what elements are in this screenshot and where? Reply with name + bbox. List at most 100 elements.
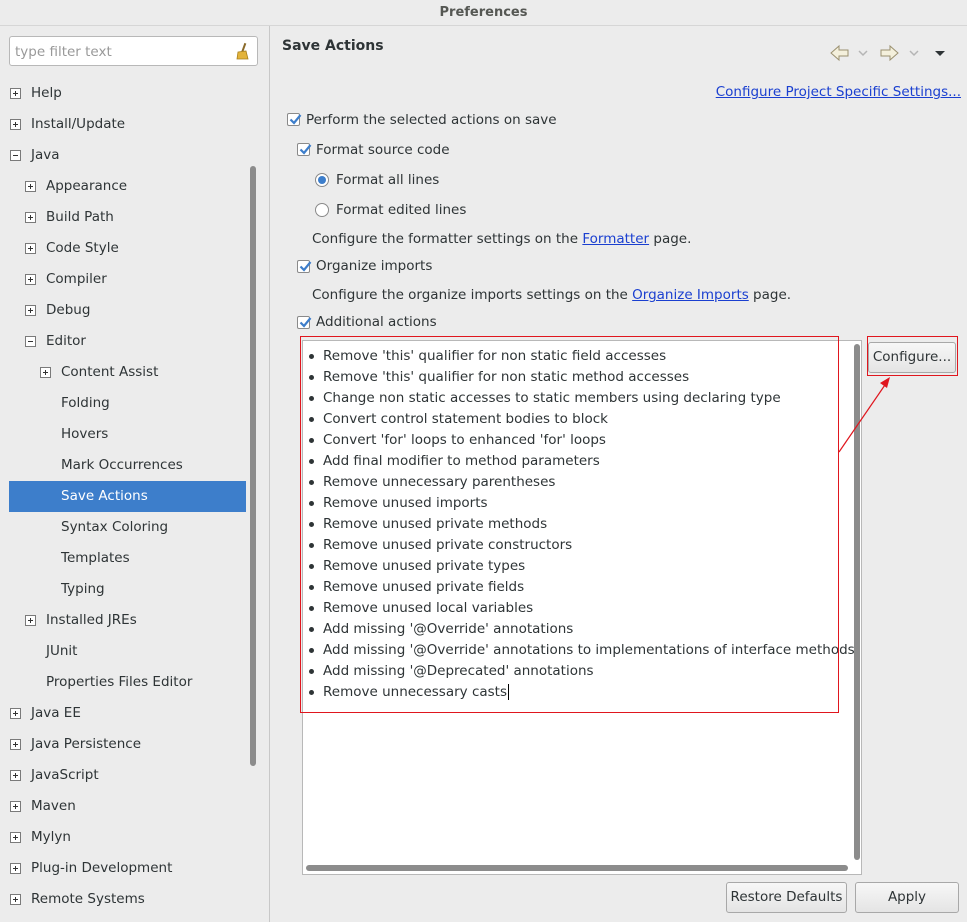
forward-arrow-icon[interactable] bbox=[877, 44, 901, 62]
tree-item-code-style[interactable]: Code Style bbox=[0, 233, 246, 264]
organize-imports-checkbox[interactable] bbox=[297, 260, 312, 273]
back-dropdown-icon[interactable] bbox=[856, 44, 870, 62]
expand-icon[interactable] bbox=[10, 770, 21, 781]
tree-item-build-path[interactable]: Build Path bbox=[0, 202, 246, 233]
page-title: Save Actions bbox=[282, 38, 384, 54]
actions-horizontal-scrollbar[interactable] bbox=[306, 865, 848, 872]
tree-item-folding[interactable]: Folding bbox=[0, 388, 246, 419]
formatter-link[interactable]: Formatter bbox=[582, 231, 649, 247]
expand-icon[interactable] bbox=[25, 274, 36, 285]
action-item-text: Remove unused imports bbox=[323, 495, 488, 511]
tree-item-templates[interactable]: Templates bbox=[0, 543, 246, 574]
tree-item-label: Mark Occurrences bbox=[61, 457, 183, 473]
action-item: Remove unnecessary parentheses bbox=[323, 472, 555, 493]
tree-item-help[interactable]: Help bbox=[0, 78, 246, 109]
tree-item-editor[interactable]: Editor bbox=[0, 326, 246, 357]
format-edited-lines-radio[interactable] bbox=[315, 203, 329, 217]
tree-item-label: Debug bbox=[46, 302, 91, 318]
organize-imports-hint: Configure the organize imports settings … bbox=[312, 287, 791, 303]
expand-icon[interactable] bbox=[10, 739, 21, 750]
expand-icon[interactable] bbox=[25, 243, 36, 254]
tree-item-mylyn[interactable]: Mylyn bbox=[0, 822, 246, 853]
tree-item-remote-systems[interactable]: Remote Systems bbox=[0, 884, 246, 915]
tree-item-label: Typing bbox=[61, 581, 105, 597]
action-item-text: Remove 'this' qualifier for non static f… bbox=[323, 348, 667, 364]
restore-defaults-button[interactable]: Restore Defaults bbox=[726, 882, 847, 913]
forward-dropdown-icon[interactable] bbox=[907, 44, 921, 62]
expand-icon[interactable] bbox=[10, 801, 21, 812]
tree-item-label: Hovers bbox=[61, 426, 109, 442]
tree-item-hovers[interactable]: Hovers bbox=[0, 419, 246, 450]
tree-item-label: Compiler bbox=[46, 271, 107, 287]
tree-item-junit[interactable]: JUnit bbox=[0, 636, 246, 667]
action-item-text: Add missing '@Override' annotations to i… bbox=[323, 642, 855, 658]
collapse-icon[interactable] bbox=[10, 150, 21, 161]
actions-vertical-scrollbar[interactable] bbox=[853, 344, 861, 860]
expand-icon[interactable] bbox=[40, 367, 51, 378]
action-item: Remove unused private constructors bbox=[323, 535, 572, 556]
action-item-text: Remove unused private types bbox=[323, 558, 526, 574]
view-menu-icon[interactable] bbox=[933, 44, 947, 62]
tree-item-debug[interactable]: Debug bbox=[0, 295, 246, 326]
tree-item-plug-in-development[interactable]: Plug-in Development bbox=[0, 853, 246, 884]
expand-icon[interactable] bbox=[10, 894, 21, 905]
tree-item-javascript[interactable]: JavaScript bbox=[0, 760, 246, 791]
actions-vertical-scrollbar-thumb[interactable] bbox=[854, 344, 860, 860]
tree-item-label: Appearance bbox=[46, 178, 128, 194]
organize-hint-text: Configure the organize imports settings … bbox=[312, 287, 633, 303]
expand-icon[interactable] bbox=[10, 88, 21, 99]
tree-item-typing[interactable]: Typing bbox=[0, 574, 246, 605]
collapse-icon[interactable] bbox=[25, 336, 36, 347]
expand-icon[interactable] bbox=[10, 119, 21, 130]
tree-item-java[interactable]: Java bbox=[0, 140, 246, 171]
perform-on-save-checkbox[interactable] bbox=[287, 113, 302, 126]
tree-item-appearance[interactable]: Appearance bbox=[0, 171, 246, 202]
tree-item-mark-occurrences[interactable]: Mark Occurrences bbox=[0, 450, 246, 481]
action-item-text: Add final modifier to method parameters bbox=[323, 453, 600, 469]
action-item: Add missing '@Deprecated' annotations bbox=[323, 661, 594, 682]
bullet-icon bbox=[309, 627, 314, 632]
back-arrow-icon[interactable] bbox=[828, 44, 852, 62]
expand-icon[interactable] bbox=[25, 181, 36, 192]
expand-icon[interactable] bbox=[25, 212, 36, 223]
tree-item-compiler[interactable]: Compiler bbox=[0, 264, 246, 295]
tree-item-label: Properties Files Editor bbox=[46, 674, 193, 690]
expand-icon[interactable] bbox=[25, 305, 36, 316]
actions-horizontal-scrollbar-thumb[interactable] bbox=[306, 865, 848, 871]
expand-icon[interactable] bbox=[10, 832, 21, 843]
additional-actions-checkbox[interactable] bbox=[297, 316, 312, 329]
filter-field[interactable] bbox=[9, 36, 258, 66]
tree-item-installed-jres[interactable]: Installed JREs bbox=[0, 605, 246, 636]
expand-icon[interactable] bbox=[10, 863, 21, 874]
action-item: Change non static accesses to static mem… bbox=[323, 388, 781, 409]
organize-imports-link[interactable]: Organize Imports bbox=[632, 287, 749, 303]
format-source-checkbox[interactable] bbox=[297, 143, 312, 156]
tree-item-label: Install/Update bbox=[31, 116, 126, 132]
action-item-text: Remove 'this' qualifier for non static m… bbox=[323, 369, 690, 385]
action-item: Remove unused private types bbox=[323, 556, 525, 577]
tree-item-maven[interactable]: Maven bbox=[0, 791, 246, 822]
configure-button[interactable]: Configure... bbox=[868, 342, 956, 373]
formatter-hint-suffix: page. bbox=[649, 231, 692, 247]
additional-actions-list[interactable]: Remove 'this' qualifier for non static f… bbox=[302, 340, 862, 875]
tree-item-syntax-coloring[interactable]: Syntax Coloring bbox=[0, 512, 246, 543]
tree-item-install-update[interactable]: Install/Update bbox=[0, 109, 246, 140]
filter-input[interactable] bbox=[15, 43, 225, 61]
clear-filter-icon[interactable] bbox=[234, 42, 252, 60]
configure-project-settings-link[interactable]: Configure Project Specific Settings... bbox=[716, 84, 961, 100]
apply-button[interactable]: Apply bbox=[855, 882, 959, 913]
action-item-text: Remove unused private constructors bbox=[323, 537, 573, 553]
tree-scrollbar-thumb[interactable] bbox=[250, 166, 256, 766]
tree-scrollbar[interactable] bbox=[248, 78, 258, 918]
expand-icon[interactable] bbox=[10, 708, 21, 719]
preference-tree-pane: Help Install/Update Java Appearance Build Pa… bbox=[0, 26, 270, 922]
tree-item-java-persistence[interactable]: Java Persistence bbox=[0, 729, 246, 760]
bullet-icon bbox=[309, 564, 314, 569]
tree-item-java-ee[interactable]: Java EE bbox=[0, 698, 246, 729]
tree-item-save-actions[interactable]: Save Actions bbox=[9, 481, 246, 512]
bullet-icon bbox=[309, 438, 314, 443]
expand-icon[interactable] bbox=[25, 615, 36, 626]
tree-item-properties-files-editor[interactable]: Properties Files Editor bbox=[0, 667, 246, 698]
tree-item-content-assist[interactable]: Content Assist bbox=[0, 357, 246, 388]
format-all-lines-radio[interactable] bbox=[315, 173, 329, 187]
